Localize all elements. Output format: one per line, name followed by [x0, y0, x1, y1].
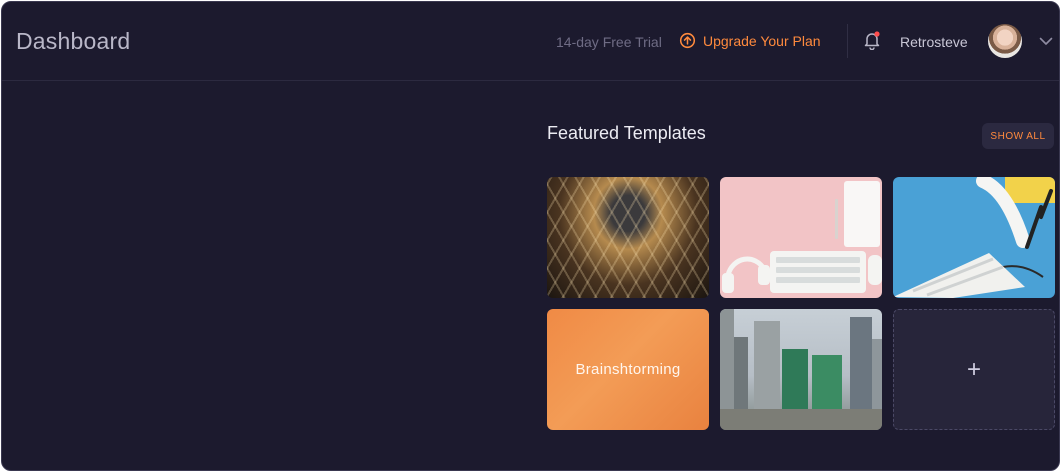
username-label[interactable]: Retrosteve	[900, 34, 968, 50]
page-title: Dashboard	[16, 28, 131, 54]
template-card-brainstorming[interactable]: Brainshtorming	[547, 309, 709, 430]
template-card-pink-desk[interactable]	[720, 177, 882, 298]
featured-templates-heading: Featured Templates	[547, 123, 706, 143]
add-template-card[interactable]: +	[893, 309, 1055, 430]
chevron-down-icon[interactable]	[1039, 36, 1053, 46]
template-card-geodesic-dome[interactable]	[547, 177, 709, 298]
plus-icon: +	[966, 355, 981, 383]
pink-desk-keyboard-image	[722, 181, 882, 293]
upgrade-plan-link[interactable]: Upgrade Your Plan	[679, 32, 821, 49]
avatar[interactable]	[988, 24, 1022, 58]
bell-icon[interactable]	[863, 30, 881, 50]
template-label: Brainshtorming	[575, 361, 681, 378]
app-window: Dashboard 14-day Free Trial Upgrade Your…	[1, 1, 1060, 471]
header-divider	[847, 24, 848, 58]
trial-status-text: 14-day Free Trial	[556, 34, 662, 50]
upgrade-plan-label: Upgrade Your Plan	[703, 32, 821, 49]
arrow-up-circle-icon	[679, 32, 696, 49]
blue-desk-phone-image	[893, 177, 1055, 298]
city-skyline-image	[720, 309, 882, 430]
top-bar: Dashboard 14-day Free Trial Upgrade Your…	[2, 2, 1059, 81]
show-all-button[interactable]: SHOW ALL	[982, 123, 1054, 149]
template-card-city-skyline[interactable]	[720, 309, 882, 430]
template-card-blue-desk[interactable]	[893, 177, 1055, 298]
